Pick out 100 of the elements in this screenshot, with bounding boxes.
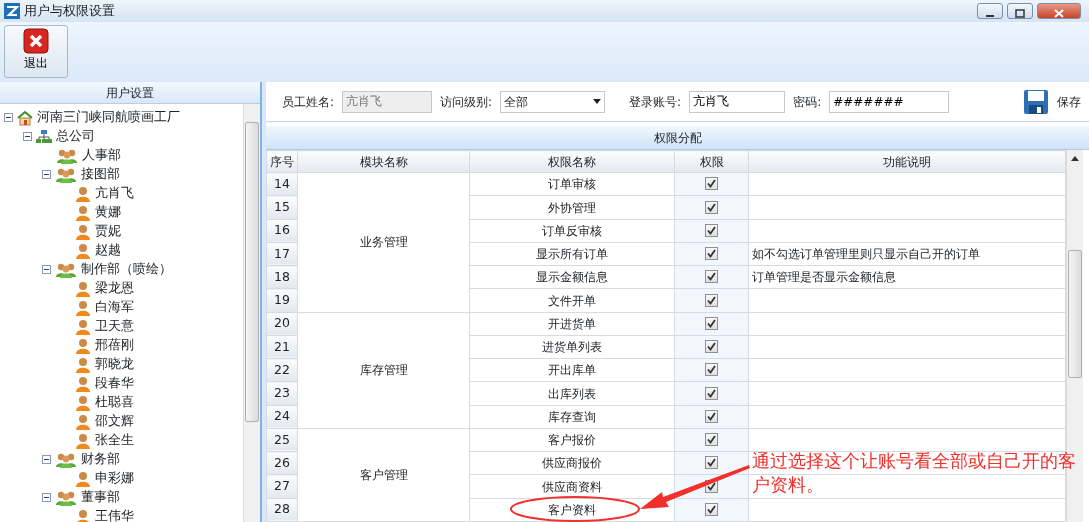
- row-number: 24: [266, 405, 298, 429]
- group-icon: [55, 489, 77, 506]
- window-title: 用户与权限设置: [24, 2, 115, 21]
- checkbox[interactable]: [705, 293, 718, 307]
- user-name[interactable]: 亢肖飞: [95, 184, 134, 203]
- permission-name: 出库列表: [469, 382, 675, 406]
- maximize-icon: [1015, 9, 1025, 18]
- permission-name: 供应商报价: [469, 451, 675, 475]
- access-level-dropdown[interactable]: 全部: [500, 90, 606, 113]
- checkbox[interactable]: [705, 386, 718, 400]
- user-name[interactable]: 邢蓓刚: [95, 336, 134, 355]
- checkbox[interactable]: [705, 316, 718, 330]
- exit-button[interactable]: 退出: [4, 24, 68, 78]
- checkbox[interactable]: [705, 456, 718, 470]
- name-field[interactable]: 亢肖飞: [342, 90, 433, 113]
- checkbox[interactable]: [705, 409, 718, 423]
- minimize-button[interactable]: [977, 3, 1003, 19]
- group-icon: [56, 147, 78, 164]
- user-name[interactable]: 段春华: [95, 374, 134, 393]
- group-icon: [55, 166, 77, 183]
- app-logo-icon: [4, 3, 20, 19]
- checkbox[interactable]: [705, 340, 718, 354]
- checkbox[interactable]: [705, 502, 718, 516]
- checkbox[interactable]: [705, 270, 718, 284]
- password-field[interactable]: #######: [829, 90, 950, 113]
- row-number: 26: [266, 451, 298, 475]
- permission-name: 订单反审核: [469, 219, 675, 243]
- save-button[interactable]: 保存: [1023, 88, 1081, 115]
- tree-label[interactable]: 总公司: [56, 127, 95, 146]
- checkbox[interactable]: [705, 363, 718, 377]
- panel-header: 用户设置: [0, 82, 260, 104]
- description-cell: 如不勾选订单管理里则只显示自己开的订单: [748, 242, 1066, 266]
- close-button[interactable]: [1037, 3, 1081, 19]
- permission-name: 显示所有订单: [469, 242, 675, 266]
- column-header: 模块名称: [297, 150, 470, 173]
- collapse-toggle[interactable]: [4, 113, 13, 122]
- user-name[interactable]: 贾妮: [95, 222, 121, 241]
- person-icon: [75, 242, 91, 259]
- permission-name: 客户报价: [469, 428, 675, 452]
- user-name[interactable]: 杜聪喜: [95, 393, 134, 412]
- tree-label[interactable]: 人事部: [82, 146, 121, 165]
- person-icon: [75, 280, 91, 297]
- user-name[interactable]: 卫天意: [95, 317, 134, 336]
- close-icon: [23, 27, 49, 54]
- collapse-toggle[interactable]: [42, 455, 51, 464]
- scrollbar[interactable]: [243, 104, 260, 522]
- person-icon: [75, 318, 91, 335]
- person-icon: [75, 508, 91, 522]
- checkbox[interactable]: [705, 247, 718, 261]
- person-icon: [75, 299, 91, 316]
- checkbox[interactable]: [705, 433, 718, 447]
- user-name[interactable]: 梁龙恩: [95, 279, 134, 298]
- dropdown-arrow-icon: [593, 99, 602, 104]
- user-name[interactable]: 白海军: [95, 298, 134, 317]
- user-name[interactable]: 邵文辉: [95, 412, 134, 431]
- house-icon: [17, 109, 33, 126]
- maximize-button[interactable]: [1007, 3, 1033, 19]
- column-header: 功能说明: [748, 150, 1066, 173]
- person-icon: [75, 204, 91, 221]
- annotation-text: 通过选择这个让账号看全部或自己开的客户资料。: [752, 449, 1077, 497]
- checkbox[interactable]: [705, 200, 718, 214]
- user-name[interactable]: 张全生: [95, 431, 134, 450]
- tree-label[interactable]: 制作部（喷绘）: [81, 260, 172, 279]
- row-number: 23: [266, 382, 298, 406]
- field-label: 访问级别:: [440, 93, 493, 111]
- user-name[interactable]: 赵越: [95, 241, 121, 260]
- account-field[interactable]: 亢肖飞: [689, 90, 786, 113]
- collapse-toggle[interactable]: [23, 132, 32, 141]
- user-name[interactable]: 郭晓龙: [95, 355, 134, 374]
- row-number: 16: [266, 219, 298, 243]
- section-header: 权限分配: [266, 126, 1089, 150]
- column-header: 权限名称: [469, 150, 675, 173]
- person-icon: [75, 185, 91, 202]
- permission-name: 订单审核: [469, 172, 675, 196]
- tree-label[interactable]: 董事部: [81, 488, 120, 507]
- row-number: 14: [266, 172, 298, 196]
- field-label: 登录账号:: [629, 93, 682, 111]
- user-name[interactable]: 申彩娜: [95, 469, 134, 488]
- checkbox[interactable]: [705, 177, 718, 191]
- tree-label[interactable]: 河南三门峡同航喷画工厂: [37, 108, 180, 127]
- collapse-toggle[interactable]: [42, 265, 51, 274]
- user-name[interactable]: 黄娜: [95, 203, 121, 222]
- permission-name: 外协管理: [469, 196, 675, 220]
- description-cell: 订单管理是否显示金额信息: [748, 265, 1066, 289]
- row-number: 20: [266, 312, 298, 336]
- user-name[interactable]: 王伟华: [95, 507, 134, 522]
- scroll-up-icon[interactable]: [1071, 156, 1079, 161]
- permission-name: 库存查询: [469, 405, 675, 429]
- row-number: 25: [266, 428, 298, 452]
- permission-name: 显示金额信息: [469, 265, 675, 289]
- group-icon: [55, 261, 77, 278]
- row-number: 19: [266, 289, 298, 313]
- person-icon: [75, 413, 91, 430]
- permission-name: 进货单列表: [469, 335, 675, 359]
- tree-label[interactable]: 财务部: [81, 450, 120, 469]
- collapse-toggle[interactable]: [42, 170, 51, 179]
- tree-label[interactable]: 接图部: [81, 165, 120, 184]
- collapse-toggle[interactable]: [42, 493, 51, 502]
- row-number: 17: [266, 242, 298, 266]
- checkbox[interactable]: [705, 223, 718, 237]
